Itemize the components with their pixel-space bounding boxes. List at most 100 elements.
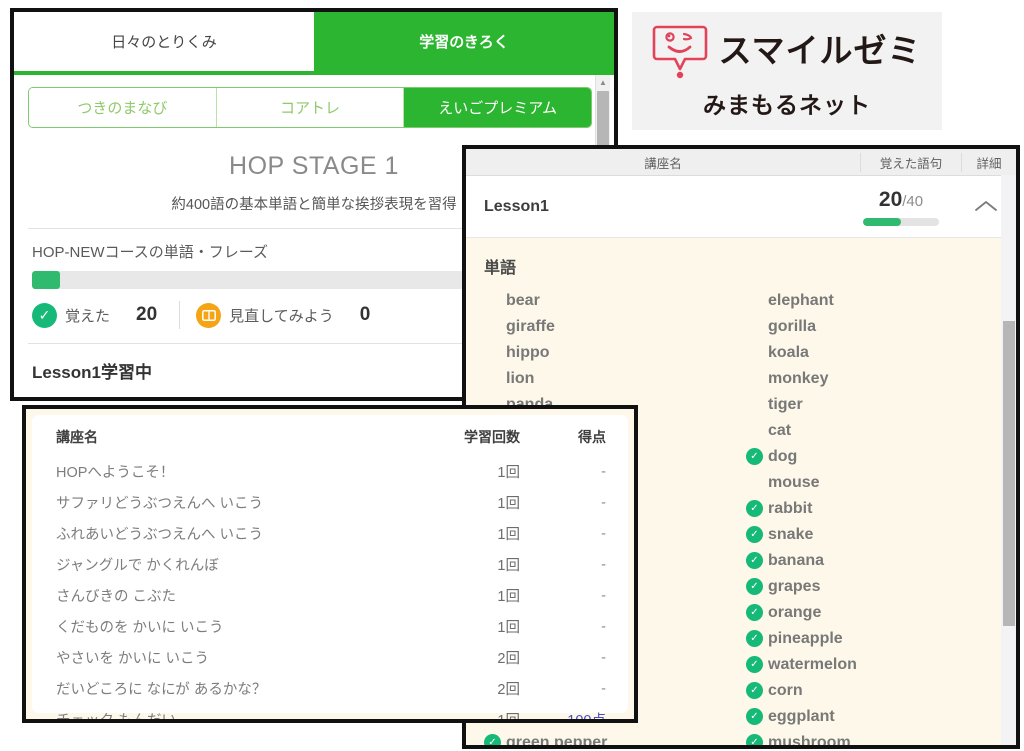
word-list-item: ✓ rabbit: [746, 496, 1008, 522]
cell-study-count: 1回: [497, 527, 520, 543]
stat-divider: [179, 301, 181, 329]
word-list-item: ✓cat: [746, 418, 1008, 444]
stat-learned-value: 20: [136, 304, 158, 325]
table-row: くだものを かいに いこう 1回 -: [56, 611, 606, 642]
check-circle-icon: ✓: [746, 734, 763, 745]
cell-study-count: 1回: [497, 496, 520, 512]
word-label: eggplant: [768, 708, 835, 725]
word-label: cat: [768, 422, 792, 439]
word-label: giraffe: [506, 318, 555, 335]
word-label: banana: [768, 552, 825, 569]
check-circle-icon: ✓: [746, 630, 763, 647]
table-row: だいどころに なにが あるかな？ 2回 -: [56, 673, 606, 704]
word-label: snake: [768, 526, 814, 543]
tab-learning-record[interactable]: 学習のきろく: [314, 12, 614, 71]
word-list-item: ✓ grapes: [746, 574, 1008, 600]
word-list-item: ✓hippo: [484, 340, 746, 366]
cell-study-count: 1回: [497, 620, 520, 636]
column-header-detail: 詳細: [961, 152, 1016, 172]
word-label: dog: [768, 448, 798, 465]
subtab-tsuki-no-manabi[interactable]: つきのまなび: [29, 88, 217, 127]
subtab-core-training[interactable]: コアトレ: [216, 88, 405, 127]
cell-score: -: [601, 463, 606, 480]
cell-score[interactable]: 100点: [520, 704, 606, 719]
sub-tab-bar: つきのまなび コアトレ えいごプレミアム: [14, 75, 614, 136]
check-circle-icon: ✓: [746, 578, 763, 595]
word-list-item: ✓lion: [484, 366, 746, 392]
column-header-score: 得点: [578, 429, 606, 445]
word-list-item: ✓ eggplant: [746, 704, 1008, 730]
column-header-learned-words: 覚えた語句: [860, 152, 961, 172]
word-label: gorilla: [768, 318, 817, 335]
word-list-item: ✓ green pepper: [484, 730, 746, 745]
tab-daily-activity[interactable]: 日々のとりくみ: [14, 12, 314, 71]
cell-study-count: 1回: [497, 713, 520, 723]
check-circle-icon: ✓: [746, 708, 763, 725]
check-circle-icon: ✓: [746, 552, 763, 569]
word-label: watermelon: [768, 656, 857, 673]
course-history-window: 講座名 学習回数 得点 HOPへようこそ！ 1回 - サファリどうぶつえんへ いこう 1…: [22, 405, 638, 723]
word-label: mouse: [768, 474, 820, 491]
cell-score: -: [601, 556, 606, 573]
word-label: monkey: [768, 370, 829, 387]
word-label: lion: [506, 370, 535, 387]
cell-course-name: くだものを かいに いこう: [56, 620, 224, 636]
check-circle-icon: ✓: [746, 448, 763, 465]
lesson-summary-row[interactable]: Lesson1 20/40: [466, 176, 1016, 238]
cell-course-name: ジャングルで かくれんぼ: [56, 558, 219, 574]
lesson-name: Lesson1: [484, 197, 549, 215]
cell-score: -: [601, 525, 606, 542]
word-list-item: ✓tiger: [746, 392, 1008, 418]
cell-score: -: [601, 649, 606, 666]
column-header-course-name: 講座名: [56, 429, 98, 445]
course-progress-fill: [32, 271, 61, 289]
lesson-progress-bar: [863, 217, 939, 226]
scroll-up-arrow-icon[interactable]: ▲: [596, 75, 610, 89]
table-row: ジャングルで かくれんぼ 1回 -: [56, 549, 606, 580]
word-label: elephant: [768, 292, 834, 309]
smile-face-speech-bubble-icon: [652, 23, 708, 79]
vocab-section-title: 単語: [484, 260, 517, 277]
word-label: rabbit: [768, 500, 813, 517]
word-label: grapes: [768, 578, 821, 595]
check-circle-icon: ✓: [484, 734, 501, 745]
table-row: HOPへようこそ！ 1回 -: [56, 456, 606, 487]
word-list-item: ✓elephant: [746, 288, 1008, 314]
word-column: ✓elephant✓gorilla✓koala✓monkey✓tiger✓cat…: [746, 288, 1008, 749]
scrollbar-thumb[interactable]: [1003, 321, 1015, 626]
learned-count-total: /40: [902, 192, 924, 210]
cell-course-name: やさいを かいに いこう: [56, 651, 210, 667]
cell-course-name: サファリどうぶつえんへ いこう: [56, 496, 264, 512]
word-label: bear: [506, 292, 540, 309]
word-list-item: ✓bear: [484, 288, 746, 314]
top-tab-bar: 日々のとりくみ 学習のきろく: [14, 12, 614, 75]
stat-review-label: 見直してみよう: [229, 307, 334, 325]
word-label: hippo: [506, 344, 550, 361]
word-label: tiger: [768, 396, 803, 413]
check-circle-icon: ✓: [746, 656, 763, 673]
table-row: やさいを かいに いこう 2回 -: [56, 642, 606, 673]
word-label: corn: [768, 682, 803, 699]
word-list-item: ✓monkey: [746, 366, 1008, 392]
cell-course-name: ふれあいどうぶつえんへ いこう: [56, 527, 264, 543]
subtab-english-premium[interactable]: えいごプレミアム: [404, 88, 591, 127]
cell-course-name: チェック もんだい: [56, 713, 177, 723]
table-row: ふれあいどうぶつえんへ いこう 1回 -: [56, 518, 606, 549]
word-label: mushroom: [768, 734, 851, 749]
score-link[interactable]: 100点: [567, 713, 606, 719]
table-row: さんびきの こぶた 1回 -: [56, 580, 606, 611]
word-label: pineapple: [768, 630, 843, 647]
stat-learned: ✓ 覚えた 20: [32, 302, 173, 328]
cell-study-count: 2回: [497, 682, 520, 698]
table-row: サファリどうぶつえんへ いこう 1回 -: [56, 487, 606, 518]
word-list-item: ✓ pineapple: [746, 626, 1008, 652]
word-list-item: ✓ orange: [746, 600, 1008, 626]
word-list-item: ✓koala: [746, 340, 1008, 366]
vocab-window-scrollbar[interactable]: [1001, 175, 1016, 745]
stat-learned-label: 覚えた: [65, 307, 111, 325]
cell-study-count: 1回: [497, 558, 520, 574]
stat-review-value: 0: [359, 304, 371, 325]
cell-study-count: 2回: [497, 651, 520, 667]
service-name: みまもるネット: [702, 91, 871, 118]
word-list-item: ✓ watermelon: [746, 652, 1008, 678]
